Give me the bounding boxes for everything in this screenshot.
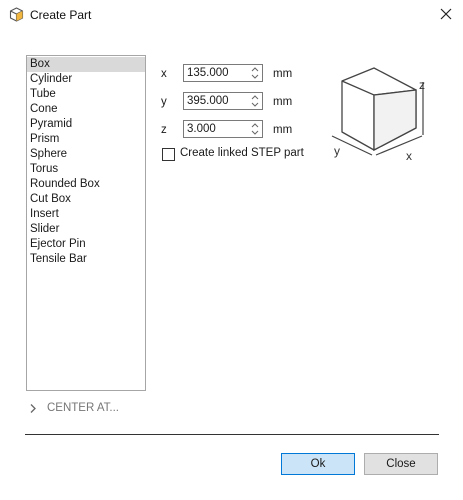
z-field[interactable]: 3.000 [183, 120, 263, 138]
x-unit: mm [273, 68, 293, 80]
x-axis-label: x [406, 149, 412, 163]
linked-step-checkbox[interactable] [162, 148, 175, 161]
chevron-right-icon [30, 404, 36, 413]
list-item[interactable]: Torus [27, 162, 145, 177]
list-item[interactable]: Insert [27, 207, 145, 222]
list-item[interactable]: Slider [27, 222, 145, 237]
y-value: 395.000 [187, 95, 229, 107]
list-item[interactable]: Ejector Pin [27, 237, 145, 252]
y-unit: mm [273, 96, 293, 108]
list-item[interactable]: Tensile Bar [27, 252, 145, 267]
list-item[interactable]: Pyramid [27, 117, 145, 132]
x-field[interactable]: 135.000 [183, 64, 263, 82]
y-label: y [161, 96, 167, 108]
list-item[interactable]: Box [27, 57, 145, 72]
list-item[interactable]: Cut Box [27, 192, 145, 207]
cube-icon [9, 7, 24, 22]
ok-button[interactable]: Ok [281, 453, 355, 475]
x-label: x [161, 68, 167, 80]
list-item[interactable]: Sphere [27, 147, 145, 162]
close-button[interactable]: Close [364, 453, 438, 475]
close-icon[interactable] [439, 7, 453, 21]
y-field[interactable]: 395.000 [183, 92, 263, 110]
x-value: 135.000 [187, 67, 229, 79]
spin-arrows-icon[interactable] [250, 66, 260, 80]
z-value: 3.000 [187, 123, 216, 135]
list-item[interactable]: Rounded Box [27, 177, 145, 192]
spin-arrows-icon[interactable] [250, 122, 260, 136]
list-item[interactable]: Tube [27, 87, 145, 102]
z-label: z [161, 124, 167, 136]
shapes-list[interactable]: Box Cylinder Tube Cone Pyramid Prism Sphere Tor… [26, 55, 146, 391]
z-unit: mm [273, 124, 293, 136]
list-item[interactable]: Prism [27, 132, 145, 147]
list-item[interactable]: Cone [27, 102, 145, 117]
z-axis-label: z [419, 78, 425, 92]
divider [25, 434, 439, 435]
spin-arrows-icon[interactable] [250, 94, 260, 108]
title-bar: Create Part [0, 0, 463, 30]
linked-step-label[interactable]: Create linked STEP part [180, 147, 304, 159]
box-dimension-diagram: z y x [331, 67, 425, 163]
list-item[interactable]: Cylinder [27, 72, 145, 87]
y-axis-label: y [334, 144, 340, 158]
center-at-label: CENTER AT... [47, 402, 119, 414]
window-title: Create Part [30, 8, 92, 22]
